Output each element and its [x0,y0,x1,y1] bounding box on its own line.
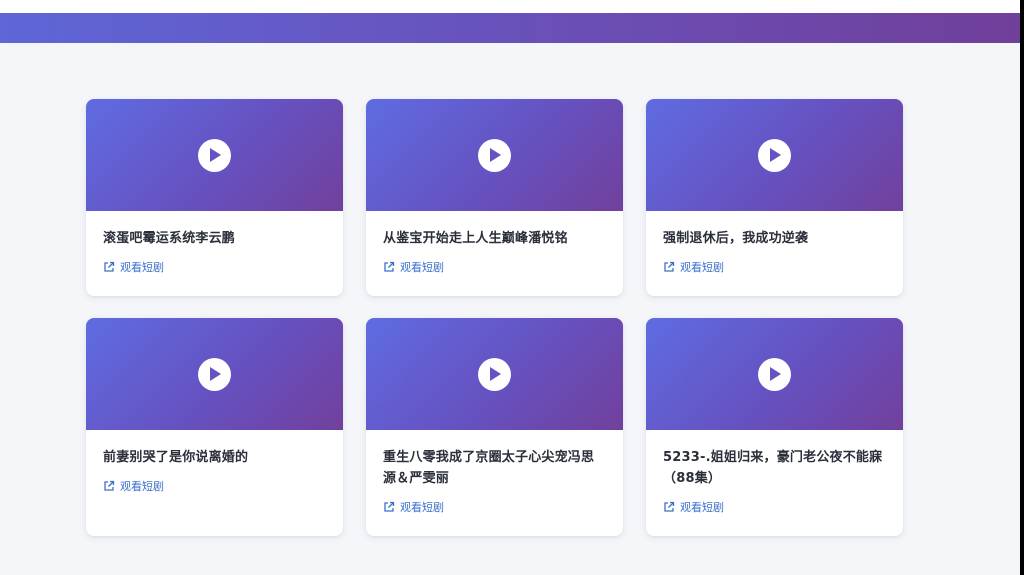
drama-card[interactable]: 前妻别哭了是你说离婚的 观看短剧 [86,318,343,536]
drama-card[interactable]: 强制退休后，我成功逆袭 观看短剧 [646,99,903,296]
card-thumbnail[interactable] [366,99,623,211]
external-link-icon [103,261,115,273]
play-icon[interactable] [478,138,511,172]
card-thumbnail[interactable] [646,99,903,211]
watch-drama-link[interactable]: 观看短剧 [383,259,606,275]
external-link-icon [663,261,675,273]
card-thumbnail[interactable] [366,318,623,430]
card-title: 重生八零我成了京圈太子心尖宠冯思源＆严雯丽 [383,450,595,486]
card-title: 强制退休后，我成功逆袭 [663,231,809,246]
watch-drama-link[interactable]: 观看短剧 [103,478,326,494]
watch-drama-label: 观看短剧 [680,261,724,274]
card-title: 滚蛋吧霉运系统李云鹏 [103,231,236,246]
external-link-icon [383,261,395,273]
window-edge [1020,0,1024,575]
drama-card[interactable]: 滚蛋吧霉运系统李云鹏 观看短剧 [86,99,343,296]
card-thumbnail[interactable] [86,318,343,430]
external-link-icon [103,480,115,492]
watch-drama-label: 观看短剧 [120,261,164,274]
drama-card[interactable]: 从鉴宝开始走上人生巅峰潘悦铭 观看短剧 [366,99,623,296]
watch-drama-link[interactable]: 观看短剧 [663,499,886,515]
card-title: 前妻别哭了是你说离婚的 [103,450,249,465]
card-thumbnail[interactable] [86,99,343,211]
top-bar [0,0,1020,13]
play-icon[interactable] [758,357,791,391]
watch-drama-link[interactable]: 观看短剧 [383,499,606,515]
play-icon[interactable] [198,357,231,391]
watch-drama-label: 观看短剧 [120,480,164,493]
watch-drama-label: 观看短剧 [400,261,444,274]
watch-drama-label: 观看短剧 [680,501,724,514]
drama-card[interactable]: 重生八零我成了京圈太子心尖宠冯思源＆严雯丽 观看短剧 [366,318,623,536]
watch-drama-label: 观看短剧 [400,501,444,514]
play-icon[interactable] [198,138,231,172]
page: 滚蛋吧霉运系统李云鹏 观看短剧 从鉴宝开始走上人生巅峰潘悦铭 观看短剧 强制退休… [0,0,1020,575]
card-title: 从鉴宝开始走上人生巅峰潘悦铭 [383,231,568,246]
drama-card[interactable]: 5233-.姐姐归来，豪门老公夜不能寐（88集） 观看短剧 [646,318,903,536]
external-link-icon [663,501,675,513]
external-link-icon [383,501,395,513]
watch-drama-link[interactable]: 观看短剧 [663,259,886,275]
card-thumbnail[interactable] [646,318,903,430]
header-banner [0,13,1020,43]
watch-drama-link[interactable]: 观看短剧 [103,259,326,275]
drama-grid: 滚蛋吧霉运系统李云鹏 观看短剧 从鉴宝开始走上人生巅峰潘悦铭 观看短剧 强制退休… [86,99,903,536]
play-icon[interactable] [758,138,791,172]
card-title: 5233-.姐姐归来，豪门老公夜不能寐（88集） [663,450,883,486]
play-icon[interactable] [478,357,511,391]
